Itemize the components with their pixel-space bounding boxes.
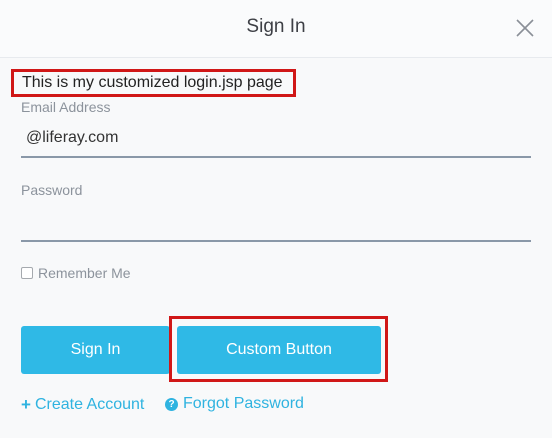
modal-header: Sign In [0, 0, 552, 58]
create-account-label: Create Account [34, 396, 145, 413]
plus-icon: + [21, 395, 31, 414]
close-icon[interactable] [514, 17, 536, 39]
sign-in-button[interactable]: Sign In [21, 326, 170, 374]
remember-me-label: Remember Me [38, 265, 131, 281]
question-circle-icon: ? [165, 397, 178, 411]
create-account-link[interactable]: + Create Account [21, 395, 144, 415]
custom-button[interactable]: Custom Button [177, 326, 381, 374]
forgot-password-link[interactable]: ? Forgot Password [165, 395, 304, 413]
password-field[interactable] [21, 204, 531, 242]
password-label: Password [21, 182, 83, 198]
forgot-password-label: Forgot Password [183, 395, 304, 412]
remember-me-checkbox[interactable] [21, 267, 33, 279]
modal-body [0, 58, 552, 438]
email-field[interactable] [21, 120, 531, 158]
remember-me-row[interactable]: Remember Me [21, 265, 131, 281]
modal-title: Sign In [246, 16, 306, 37]
email-label: Email Address [21, 99, 111, 115]
custom-message: This is my customized login.jsp page [11, 69, 296, 97]
